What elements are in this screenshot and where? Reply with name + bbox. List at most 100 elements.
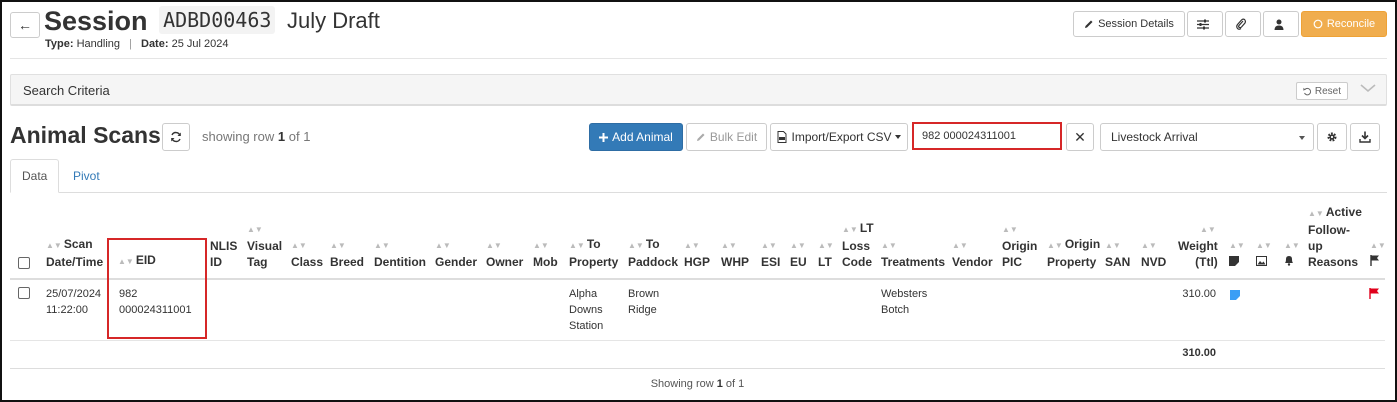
footer-divider bbox=[10, 368, 1385, 369]
sort-icon: ▲▼ bbox=[330, 241, 346, 250]
bulk-edit-button[interactable]: Bulk Edit bbox=[686, 123, 767, 151]
column-header-lt[interactable]: ▲▼ LT bbox=[818, 194, 836, 278]
row-checkbox[interactable] bbox=[18, 287, 30, 299]
sort-icon: ▲▼ bbox=[818, 241, 834, 250]
column-header-san[interactable]: ▲▼ SAN bbox=[1105, 194, 1130, 278]
col-label: Weight bbox=[1178, 239, 1218, 253]
scan-date: 25/07/2024 bbox=[46, 288, 102, 300]
user-button[interactable] bbox=[1263, 11, 1299, 37]
sort-icon: ▲▼ bbox=[1308, 209, 1324, 218]
reconcile-button[interactable]: Reconcile bbox=[1301, 11, 1387, 37]
cell-notes[interactable] bbox=[1230, 289, 1240, 305]
column-header-gender[interactable]: ▲▼ Gender bbox=[435, 194, 477, 278]
sort-icon: ▲▼ bbox=[1256, 241, 1272, 250]
column-header-eu[interactable]: ▲▼ EU bbox=[790, 194, 808, 278]
scan-time: 11:22:00 bbox=[46, 304, 89, 316]
to-property-line: Downs bbox=[569, 304, 603, 316]
import-export-button[interactable]: Import/Export CSV bbox=[770, 123, 908, 151]
eid-search-input[interactable] bbox=[912, 122, 1062, 150]
attachments-button[interactable] bbox=[1225, 11, 1261, 37]
reset-button[interactable]: Reset bbox=[1295, 82, 1348, 100]
column-header-visual-tag[interactable]: ▲▼ Visual Tag bbox=[247, 194, 282, 278]
sort-icon: ▲▼ bbox=[1284, 241, 1300, 250]
tab-pivot[interactable]: Pivot bbox=[62, 159, 111, 193]
column-header-mob[interactable]: ▲▼ Mob bbox=[533, 194, 558, 278]
column-header-vendor[interactable]: ▲▼ Vendor bbox=[952, 194, 993, 278]
column-header-hgp[interactable]: ▲▼ HGP bbox=[684, 194, 710, 278]
column-header-dentition[interactable]: ▲▼ Dentition bbox=[374, 194, 426, 278]
session-meta: Type: Handling | Date: 25 Jul 2024 bbox=[45, 38, 228, 50]
clear-search-button[interactable]: ✕ bbox=[1066, 123, 1094, 151]
view-select[interactable]: Livestock Arrival bbox=[1100, 123, 1314, 151]
column-header-follow-up-reasons[interactable]: ▲▼ Active Follow-up Reasons bbox=[1308, 194, 1362, 278]
import-export-label: Import/Export CSV bbox=[791, 130, 892, 144]
sort-icon: ▲▼ bbox=[374, 241, 390, 250]
sort-icon: ▲▼ bbox=[1229, 241, 1245, 250]
view-select-value: Livestock Arrival bbox=[1111, 130, 1198, 144]
caret-down-icon bbox=[1299, 136, 1305, 140]
col-label: Treatments bbox=[881, 255, 946, 269]
column-header-flags[interactable]: ▲▼ bbox=[1370, 194, 1388, 278]
column-header-scan-date[interactable]: ▲▼ Scan Date/Time bbox=[46, 194, 103, 278]
tab-data[interactable]: Data bbox=[10, 159, 60, 193]
column-header-nlis-id[interactable]: NLIS ID bbox=[210, 194, 237, 278]
cell-flag[interactable] bbox=[1369, 288, 1380, 304]
treatments-line: Botch bbox=[881, 304, 910, 316]
column-header-to-property[interactable]: ▲▼ To Property bbox=[569, 194, 618, 278]
column-header-origin-pic[interactable]: ▲▼ Origin PIC bbox=[1002, 194, 1037, 278]
column-header-lt-loss-code[interactable]: ▲▼ LT Loss Code bbox=[842, 194, 874, 278]
session-details-button[interactable]: Session Details bbox=[1073, 11, 1185, 37]
header-divider bbox=[10, 278, 1385, 280]
download-button[interactable] bbox=[1350, 123, 1380, 151]
col-label: Loss bbox=[842, 239, 871, 253]
sort-icon: ▲▼ bbox=[1141, 241, 1157, 250]
column-header-treatments[interactable]: ▲▼ Treatments bbox=[881, 194, 945, 278]
column-header-weight[interactable]: ▲▼ Weight (Ttl) bbox=[1178, 194, 1218, 278]
to-property-line: Alpha bbox=[569, 288, 598, 300]
col-label: Mob bbox=[533, 255, 558, 269]
note-icon bbox=[1229, 256, 1239, 266]
to-property-line: Station bbox=[569, 320, 604, 332]
sort-icon: ▲▼ bbox=[486, 241, 502, 250]
cell-to-property: Alpha Downs Station bbox=[569, 286, 603, 334]
page-title: Session ADBD00463 July Draft bbox=[44, 6, 380, 37]
col-label: (Ttl) bbox=[1195, 255, 1218, 269]
pencil-icon bbox=[1085, 20, 1093, 28]
row-divider bbox=[10, 340, 1385, 341]
footer-row-count: Showing row 1 of 1 bbox=[10, 378, 1385, 390]
bulk-edit-label: Bulk Edit bbox=[709, 130, 758, 144]
column-header-whp[interactable]: ▲▼ WHP bbox=[721, 194, 749, 278]
column-header-notes[interactable]: ▲▼ bbox=[1229, 194, 1247, 278]
col-label: ESI bbox=[761, 255, 781, 269]
note-icon[interactable] bbox=[1230, 290, 1240, 300]
col-label: To bbox=[645, 237, 660, 251]
col-label: ID bbox=[210, 255, 222, 269]
column-header-esi[interactable]: ▲▼ ESI bbox=[761, 194, 780, 278]
back-button[interactable]: ← bbox=[10, 12, 40, 38]
column-header-images[interactable]: ▲▼ bbox=[1256, 194, 1274, 278]
footer-prefix: Showing row bbox=[650, 378, 714, 390]
col-label: NLIS bbox=[210, 239, 238, 253]
chevron-down-icon[interactable] bbox=[1360, 83, 1376, 93]
flag-icon[interactable] bbox=[1369, 288, 1380, 299]
column-header-class[interactable]: ▲▼ Class bbox=[291, 194, 323, 278]
search-criteria-panel[interactable]: Search Criteria Reset bbox=[10, 74, 1387, 106]
column-header-nvd[interactable]: ▲▼ NVD bbox=[1141, 194, 1166, 278]
filters-button[interactable] bbox=[1187, 11, 1223, 37]
footer-row: 1 bbox=[716, 378, 723, 390]
col-label: Code bbox=[842, 255, 872, 269]
refresh-button[interactable] bbox=[162, 123, 190, 151]
sort-icon: ▲▼ bbox=[247, 225, 263, 234]
sort-icon: ▲▼ bbox=[46, 241, 62, 250]
settings-button[interactable] bbox=[1317, 123, 1347, 151]
column-header-breed[interactable]: ▲▼ Breed bbox=[330, 194, 364, 278]
column-header-to-paddock[interactable]: ▲▼ To Paddock bbox=[628, 194, 678, 278]
add-animal-button[interactable]: Add Animal bbox=[589, 123, 683, 151]
reset-label: Reset bbox=[1314, 85, 1341, 97]
column-header-alerts[interactable]: ▲▼ bbox=[1284, 194, 1302, 278]
col-label: Breed bbox=[330, 255, 365, 269]
select-all-checkbox[interactable] bbox=[18, 257, 30, 269]
column-header-origin-property[interactable]: ▲▼ Origin Property bbox=[1047, 194, 1100, 278]
column-header-owner[interactable]: ▲▼ Owner bbox=[486, 194, 523, 278]
download-icon bbox=[1359, 131, 1371, 143]
